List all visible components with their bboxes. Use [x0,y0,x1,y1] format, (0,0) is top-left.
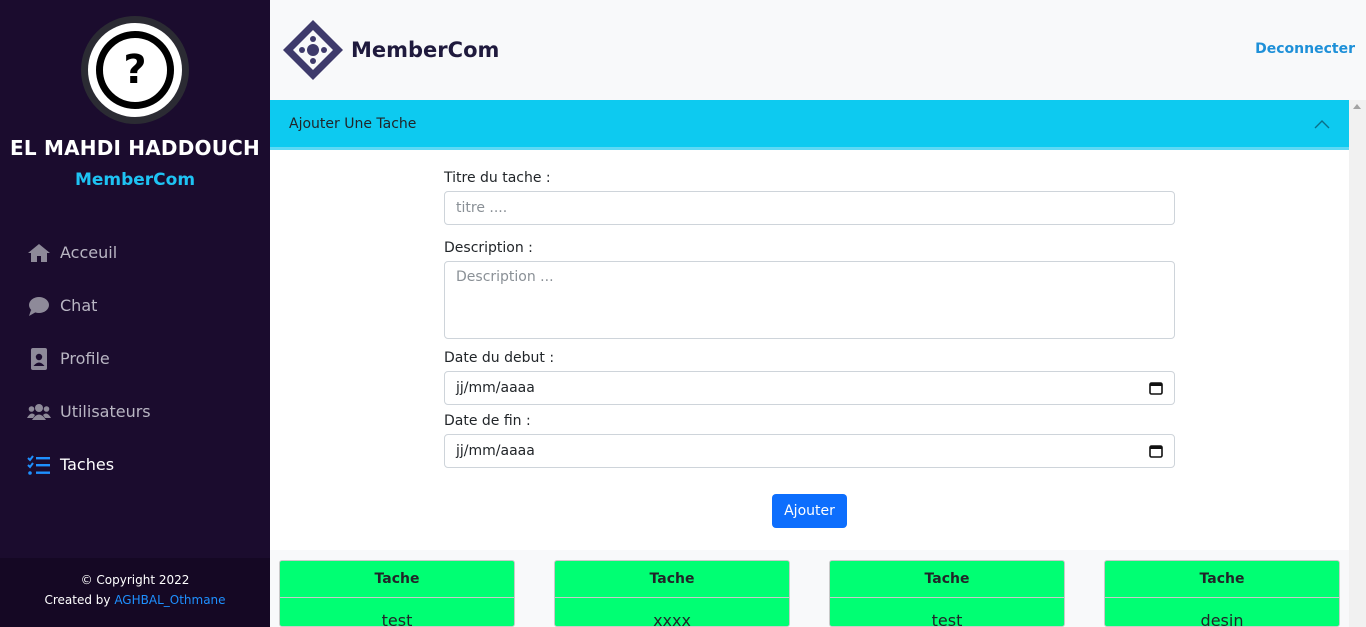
end-date-label: Date de fin : [444,413,531,429]
avatar: ? [81,16,189,124]
task-card-header: Tache [555,561,789,598]
task-card-name: desin [1200,611,1244,627]
logout-link[interactable]: Deconnecter [1255,41,1355,57]
sidebar-item-label: Profile [60,349,110,368]
sidebar-item-label: Utilisateurs [60,402,151,421]
sidebar-item-label: Chat [60,296,98,315]
sidebar-footer: © Copyright 2022 Created by AGHBAL_Othma… [0,558,270,627]
task-card[interactable]: Tache desin [1104,560,1340,627]
created-by-text: Created by [44,593,111,607]
start-date-input[interactable]: jj/mm/aaaa [444,371,1175,405]
author-link[interactable]: AGHBAL_Othmane [114,593,225,607]
users-icon [26,399,52,425]
description-label: Description : [444,240,533,256]
task-card[interactable]: Tache test [279,560,515,627]
sidebar-item-utilisateurs[interactable]: Utilisateurs [26,385,151,438]
sidebar-item-chat[interactable]: Chat [26,279,151,332]
add-task-card-header[interactable]: Ajouter Une Tache [270,100,1349,150]
end-date-value: jj/mm/aaaa [456,443,535,459]
calendar-icon[interactable] [1149,444,1163,458]
home-icon [26,240,52,266]
profile-icon [26,346,52,372]
sidebar-item-label: Acceuil [60,243,118,262]
sidebar-item-taches[interactable]: Taches [26,438,151,491]
user-name: EL MAHDI HADDOUCH [10,136,260,160]
end-date-input[interactable]: jj/mm/aaaa [444,434,1175,468]
add-task-form: Titre du tache : Description : Date du d… [444,170,1175,468]
start-date-label: Date du debut : [444,350,555,366]
add-task-button[interactable]: Ajouter [772,494,847,528]
add-task-card: Ajouter Une Tache Titre du tache : Descr… [270,100,1349,550]
title-label: Titre du tache : [444,170,551,186]
sidebar-nav: Acceuil Chat Profile Utilisateurs Taches [26,226,151,491]
logo-text: MemberCom [351,38,500,62]
chat-icon [26,293,52,319]
description-textarea[interactable] [444,261,1175,339]
logo[interactable]: MemberCom [283,20,499,80]
sidebar-item-acceuil[interactable]: Acceuil [26,226,151,279]
task-card-name: test [381,611,413,627]
calendar-icon[interactable] [1149,381,1163,395]
card-title: Ajouter Une Tache [289,115,417,132]
task-card[interactable]: Tache test [829,560,1065,627]
page-scrollbar[interactable] [1349,100,1366,627]
task-card-header: Tache [830,561,1064,598]
scroll-up-arrow-icon[interactable] [1353,104,1361,109]
sidebar: ? EL MAHDI HADDOUCH MemberCom Acceuil Ch… [0,0,270,627]
chevron-up-icon[interactable] [1314,119,1330,129]
copyright-text: © Copyright 2022 [80,573,190,587]
task-card[interactable]: Tache xxxx [554,560,790,627]
title-input[interactable] [444,191,1175,225]
question-mark-icon: ? [96,31,174,109]
task-card-name: xxxx [653,611,691,627]
task-card-name: test [931,611,963,627]
sidebar-item-label: Taches [60,455,115,474]
start-date-value: jj/mm/aaaa [456,380,535,396]
sidebar-brand: MemberCom [74,170,196,190]
top-header: MemberCom Deconnecter [270,0,1366,100]
tasks-icon [26,452,52,478]
sidebar-item-profile[interactable]: Profile [26,332,151,385]
task-list: Tache test Tache xxxx Tache test Tache d… [270,550,1349,627]
membercom-logo-icon [283,20,343,80]
task-card-header: Tache [1105,561,1339,598]
task-card-header: Tache [280,561,514,598]
